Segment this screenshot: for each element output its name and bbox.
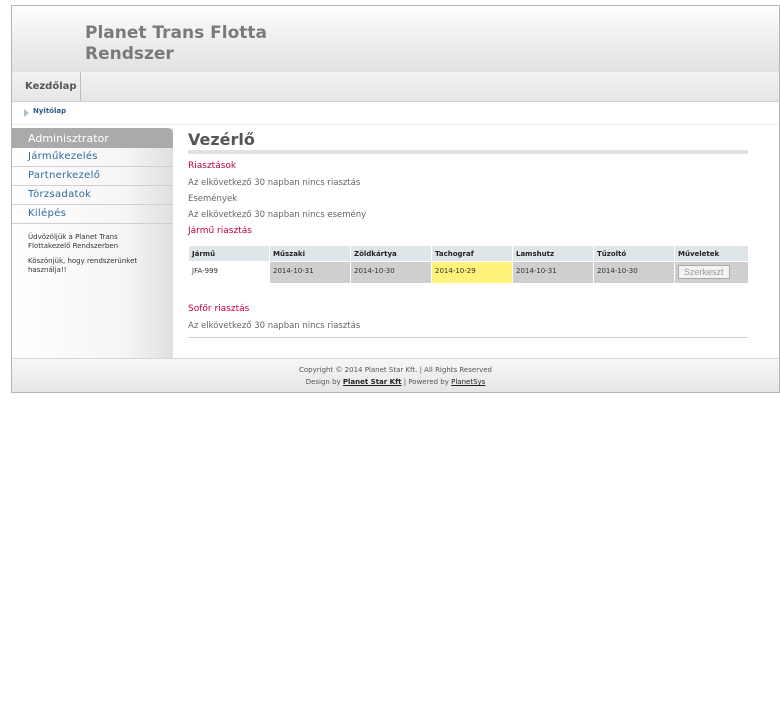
footer-design-label: Design by	[305, 378, 341, 386]
table-header-row: Jármű Műszaki Zöldkártya Tachograf Lamsh…	[189, 246, 748, 261]
col-header-muszaki: Műszaki	[270, 246, 350, 261]
sidebar: Adminisztrator Járműkezelés Partnerkezel…	[12, 128, 173, 358]
site-title: Planet Trans Flotta Rendszer	[85, 23, 285, 65]
sidebar-heading: Adminisztrator	[12, 128, 173, 148]
footer-design-link[interactable]: Planet Star Kft	[343, 378, 402, 386]
cell-zoldkartya: 2014-10-30	[351, 262, 431, 283]
title-divider	[188, 150, 748, 154]
col-header-tachograf: Tachograf	[432, 246, 512, 261]
alerts-heading: Riasztások	[188, 161, 237, 171]
footer-credits: Design by Planet Star Kft | Powered by P…	[12, 378, 779, 386]
sidebar-welcome-text: Üdvözöljük a Planet Trans Flottakezelő R…	[28, 233, 119, 250]
page-frame: Planet Trans Flotta Rendszer Kezdőlap Ny…	[11, 5, 780, 393]
site-title-line1: Planet Trans Flotta	[85, 23, 268, 43]
col-header-actions: Műveletek	[675, 246, 748, 261]
footer-copyright: Copyright © 2014 Planet Star Kft. | All …	[299, 366, 492, 374]
header: Planet Trans Flotta Rendszer	[12, 6, 779, 72]
footer-powered-label: | Powered by	[403, 378, 449, 386]
col-header-lamshutz: Lamshutz	[513, 246, 593, 261]
col-header-zoldkartya: Zöldkártya	[351, 246, 431, 261]
sidebar-item-partnerkezelo[interactable]: Partnerkezelő	[12, 167, 173, 186]
vehicle-alerts-table: Jármű Műszaki Zöldkártya Tachograf Lamsh…	[188, 245, 749, 284]
site-title-line2: Rendszer	[85, 44, 174, 64]
cell-tuzolto: 2014-10-30	[594, 262, 674, 283]
alerts-text: Az elkövetkező 30 napban nincs riasztás	[188, 178, 361, 188]
top-navigation: Kezdőlap	[12, 72, 779, 102]
cell-vehicle: JFA-999	[189, 262, 269, 283]
breadcrumb-arrow-icon	[24, 109, 29, 117]
cell-actions: Szerkeszt	[675, 262, 748, 283]
cell-tachograf: 2014-10-29	[432, 262, 512, 283]
nav-item-home[interactable]: Kezdőlap	[12, 72, 81, 101]
cell-muszaki: 2014-10-31	[270, 262, 350, 283]
sidebar-item-jarmukezeles[interactable]: Járműkezelés	[12, 148, 173, 167]
content-divider	[188, 337, 748, 338]
sidebar-thanks-text: Köszönjük, hogy rendszerünket használja!…	[28, 257, 138, 274]
driver-alerts-heading: Sofőr riasztás	[188, 304, 250, 314]
footer-powered-link[interactable]: PlanetSys	[451, 378, 485, 386]
table-row: JFA-999 2014-10-31 2014-10-30 2014-10-29…	[189, 262, 748, 283]
vehicle-alerts-heading: Jármű riasztás	[188, 226, 252, 236]
breadcrumb-current[interactable]: Nyitólap	[33, 107, 66, 115]
sidebar-item-torzsadatok[interactable]: Törzsadatok	[12, 186, 173, 205]
driver-alerts-text: Az elkövetkező 30 napban nincs riasztás	[188, 321, 361, 331]
footer: Copyright © 2014 Planet Star Kft. | All …	[12, 358, 779, 392]
edit-button[interactable]: Szerkeszt	[678, 265, 730, 279]
page-title: Vezérlő	[188, 130, 255, 149]
events-text: Az elkövetkező 30 napban nincs esemény	[188, 210, 367, 220]
sidebar-item-kilepes[interactable]: Kilépés	[12, 205, 173, 224]
events-heading: Események	[188, 194, 238, 204]
breadcrumb: Nyitólap	[12, 102, 779, 125]
col-header-tuzolto: Tűzoltó	[594, 246, 674, 261]
cell-lamshutz: 2014-10-31	[513, 262, 593, 283]
col-header-vehicle: Jármű	[189, 246, 269, 261]
